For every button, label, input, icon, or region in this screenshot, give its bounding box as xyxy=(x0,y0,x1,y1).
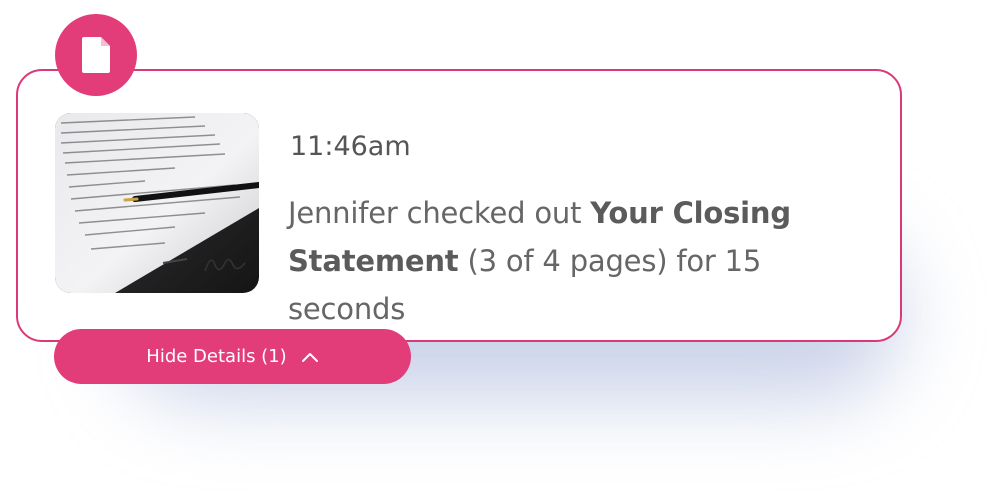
activity-card: 11:46am Jennifer checked out Your Closin… xyxy=(16,69,902,342)
message-prefix: Jennifer checked out xyxy=(288,196,591,230)
document-icon xyxy=(82,37,110,73)
activity-time: 11:46am xyxy=(290,131,411,162)
hide-details-label: Hide Details (1) xyxy=(146,346,287,367)
notification-stage: 11:46am Jennifer checked out Your Closin… xyxy=(0,0,988,504)
document-badge xyxy=(55,14,137,96)
activity-message: Jennifer checked out Your Closing Statem… xyxy=(288,189,868,333)
chevron-up-icon xyxy=(301,351,319,363)
hide-details-button[interactable]: Hide Details (1) xyxy=(54,329,411,384)
document-photo xyxy=(55,113,259,293)
document-thumbnail xyxy=(55,113,259,293)
